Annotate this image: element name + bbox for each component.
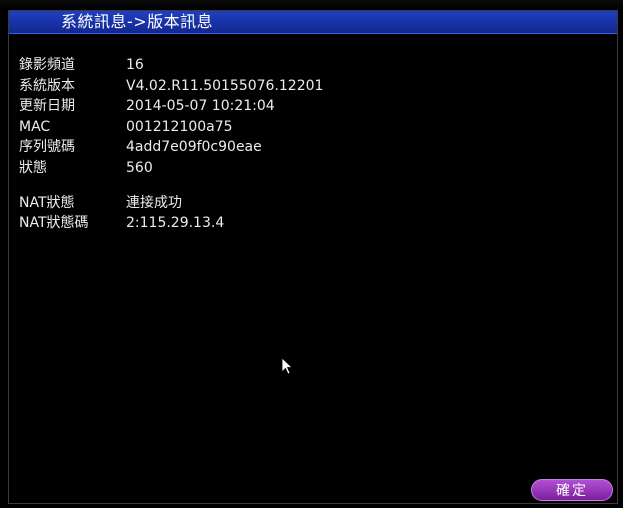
info-value: 2:115.29.13.4 bbox=[126, 215, 225, 232]
title-bar: 系統訊息->版本訊息 bbox=[9, 11, 617, 34]
ok-button[interactable]: 確定 bbox=[531, 479, 613, 501]
dvr-screen: 系統訊息->版本訊息 錄影頻道 16 系統版本 V4.02.R11.501550… bbox=[0, 0, 623, 508]
info-label: NAT狀態 bbox=[19, 194, 75, 211]
info-row-serial: 序列號碼 4add7e09f0c90eae bbox=[19, 137, 579, 158]
info-row-nat-status: NAT狀態 連接成功 bbox=[19, 193, 579, 214]
info-row-update-date: 更新日期 2014-05-07 10:21:04 bbox=[19, 96, 579, 117]
info-value: 001212100a75 bbox=[126, 118, 233, 135]
info-value: 16 bbox=[126, 57, 144, 73]
info-list: 錄影頻道 16 系統版本 V4.02.R11.50155076.12201 更新… bbox=[19, 55, 579, 234]
info-label: 狀態 bbox=[19, 159, 47, 176]
info-value: 4add7e09f0c90eae bbox=[126, 139, 262, 156]
info-label: MAC bbox=[19, 118, 51, 135]
info-value: 連接成功 bbox=[126, 194, 182, 211]
info-value: 560 bbox=[126, 159, 153, 176]
window-title: 系統訊息->版本訊息 bbox=[61, 12, 214, 31]
info-label: 序列號碼 bbox=[19, 139, 75, 156]
mouse-pointer-icon bbox=[281, 357, 293, 375]
info-label: NAT狀態碼 bbox=[19, 215, 89, 232]
info-label: 系統版本 bbox=[19, 77, 75, 94]
info-row-system-version: 系統版本 V4.02.R11.50155076.12201 bbox=[19, 76, 579, 97]
info-label: 更新日期 bbox=[19, 98, 75, 115]
info-row-channels: 錄影頻道 16 bbox=[19, 55, 579, 76]
info-label: 錄影頻道 bbox=[19, 57, 75, 73]
info-row-mac: MAC 001212100a75 bbox=[19, 117, 579, 138]
info-row-nat-code: NAT狀態碼 2:115.29.13.4 bbox=[19, 213, 579, 234]
version-info-window: 系統訊息->版本訊息 錄影頻道 16 系統版本 V4.02.R11.501550… bbox=[8, 10, 618, 504]
info-value: V4.02.R11.50155076.12201 bbox=[126, 77, 324, 94]
top-strip bbox=[0, 0, 623, 10]
info-row-status: 狀態 560 bbox=[19, 158, 579, 179]
info-value: 2014-05-07 10:21:04 bbox=[126, 98, 275, 115]
